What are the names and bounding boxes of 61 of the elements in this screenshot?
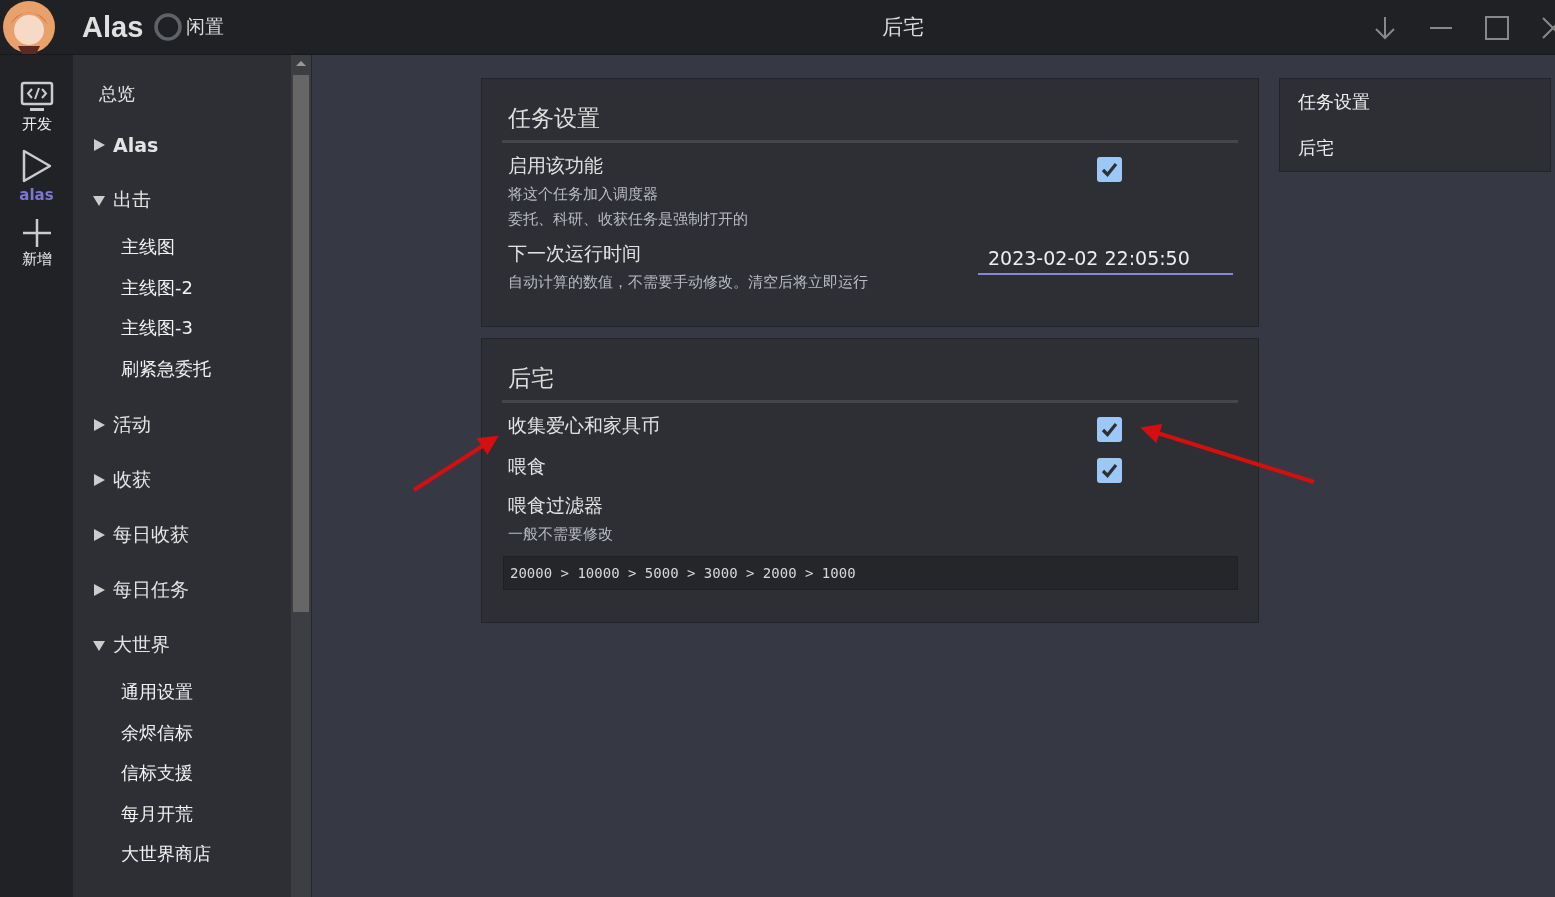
plus-icon (21, 218, 52, 248)
caret-right-icon (93, 418, 105, 431)
toc-link[interactable]: 任务设置 (1280, 79, 1370, 125)
help-text: 自动计算的数值，不需要手动修改。清空后将立即运行 (508, 273, 868, 292)
help-text: 委托、科研、收获任务是强制打开的 (508, 210, 748, 229)
caret-down-icon (93, 638, 105, 651)
maximize-button[interactable] (1483, 13, 1511, 42)
arrow-down-icon (1374, 15, 1396, 40)
filter-text-field[interactable]: 20000 > 10000 > 5000 > 3000 > 2000 > 1000 (503, 556, 1238, 590)
caret-right-icon (93, 473, 105, 486)
help-text: 一般不需要修改 (508, 525, 614, 544)
app-name: Alas (82, 10, 144, 44)
status-ring-icon (153, 12, 184, 42)
nav-item[interactable]: 每月开荒 (73, 793, 291, 834)
page-title: 后宅 (882, 14, 924, 41)
rail-item[interactable]: 新增 (6, 218, 67, 269)
nav-item[interactable]: 大世界商店 (73, 834, 291, 875)
nav-item[interactable]: 刷紧急委托 (73, 348, 291, 389)
check-icon (1101, 422, 1118, 437)
nav-item[interactable]: 主线图-3 (73, 308, 291, 349)
nav-item[interactable]: 主线图-2 (73, 267, 291, 308)
code-monitor-icon (19, 81, 54, 113)
scrollbar[interactable] (291, 55, 312, 897)
nav-group[interactable]: 每日任务 (73, 562, 291, 617)
help-text: 将这个任务加入调度器 (508, 185, 659, 204)
check-icon (1101, 463, 1118, 478)
option-label: 喂食 (508, 454, 546, 479)
nav-group[interactable]: 大世界 (73, 617, 291, 672)
check-icon (1101, 162, 1118, 177)
rail-item[interactable]: 开发 (6, 81, 67, 134)
nav-item[interactable]: 信标支援 (73, 753, 291, 794)
nav-group[interactable]: 活动 (73, 397, 291, 452)
option-label: 下一次运行时间 (508, 241, 642, 266)
status-text: 闲置 (186, 14, 225, 39)
card-title: 后宅 (502, 363, 1238, 403)
nav-group[interactable]: 每日收获 (73, 507, 291, 562)
nav-item[interactable]: 总览 (73, 79, 291, 109)
caret-down-icon (93, 193, 105, 206)
checkbox[interactable] (1097, 157, 1122, 182)
nav-group[interactable]: 出击 (73, 172, 291, 227)
nav-item[interactable]: 主线图 (73, 227, 291, 268)
nav-item[interactable]: 通用设置 (73, 672, 291, 713)
caret-right-icon (93, 583, 105, 596)
play-icon (20, 148, 53, 184)
option-label: 喂食过滤器 (508, 493, 604, 518)
nav-item[interactable]: 余烬信标 (73, 712, 291, 753)
minimize-icon (1430, 25, 1452, 30)
caret-right-icon (93, 138, 105, 151)
nav-group[interactable]: 收获 (73, 452, 291, 507)
avatar (2, 0, 56, 54)
time-input-field[interactable]: 2023-02-02 22:05:50 (978, 245, 1233, 275)
toc-link[interactable]: 后宅 (1280, 125, 1334, 171)
maximize-icon (1485, 15, 1509, 40)
caret-right-icon (93, 528, 105, 541)
card-title: 任务设置 (502, 103, 1238, 143)
checkbox[interactable] (1097, 458, 1122, 483)
nav-group[interactable]: Alas (73, 117, 291, 172)
option-label: 收集爱心和家具币 (508, 413, 660, 438)
rail-item[interactable]: alas (6, 148, 67, 204)
option-label: 启用该功能 (508, 153, 604, 178)
checkbox[interactable] (1097, 417, 1122, 442)
